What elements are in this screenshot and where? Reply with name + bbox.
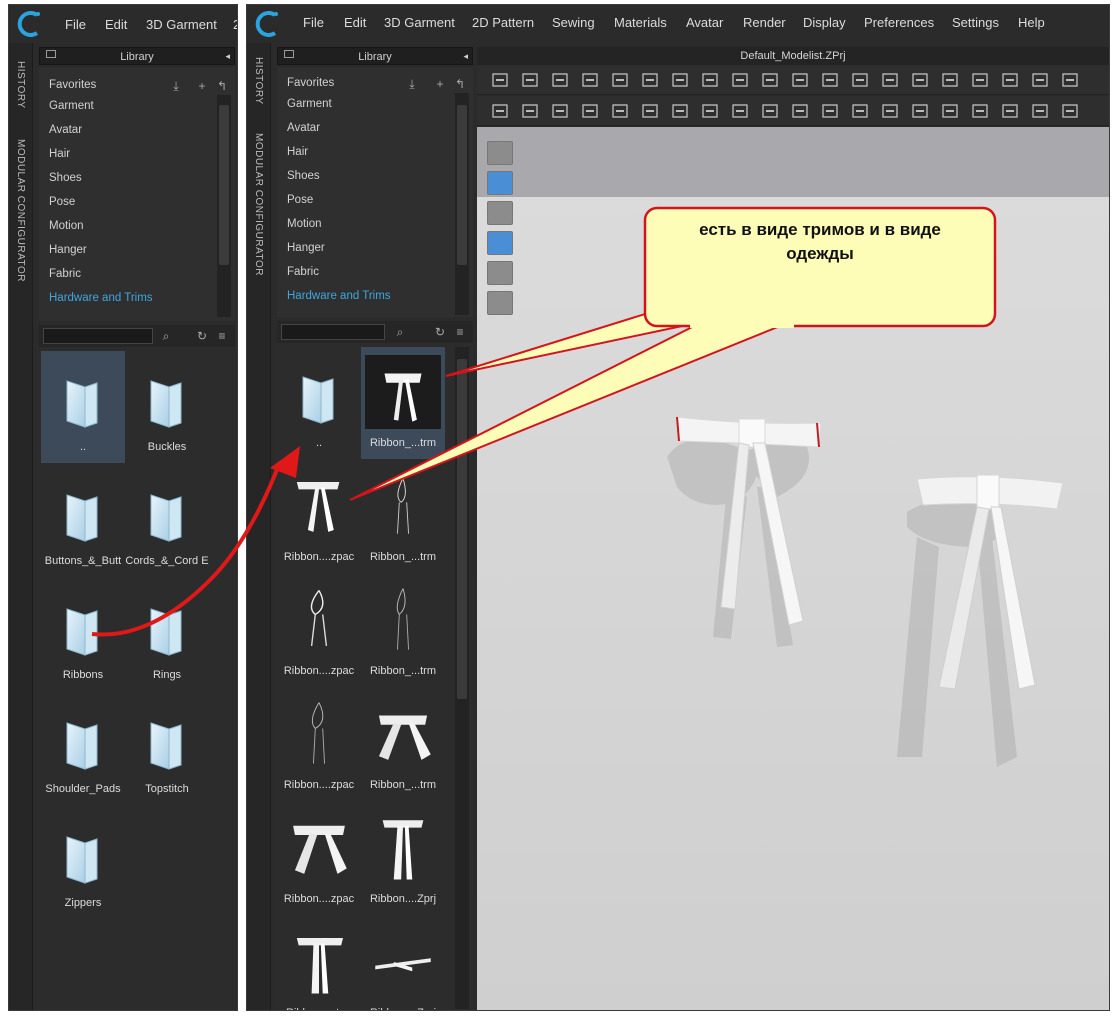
- callout-join: [690, 316, 794, 328]
- red-arrow: [91, 461, 282, 637]
- callout-line-1: есть в виде тримов и в виде: [699, 220, 941, 239]
- callout-text: есть в виде тримов и в виде одежды: [655, 218, 985, 266]
- callout-line-2: одежды: [786, 244, 854, 263]
- annotation-overlay: [91, 206, 997, 637]
